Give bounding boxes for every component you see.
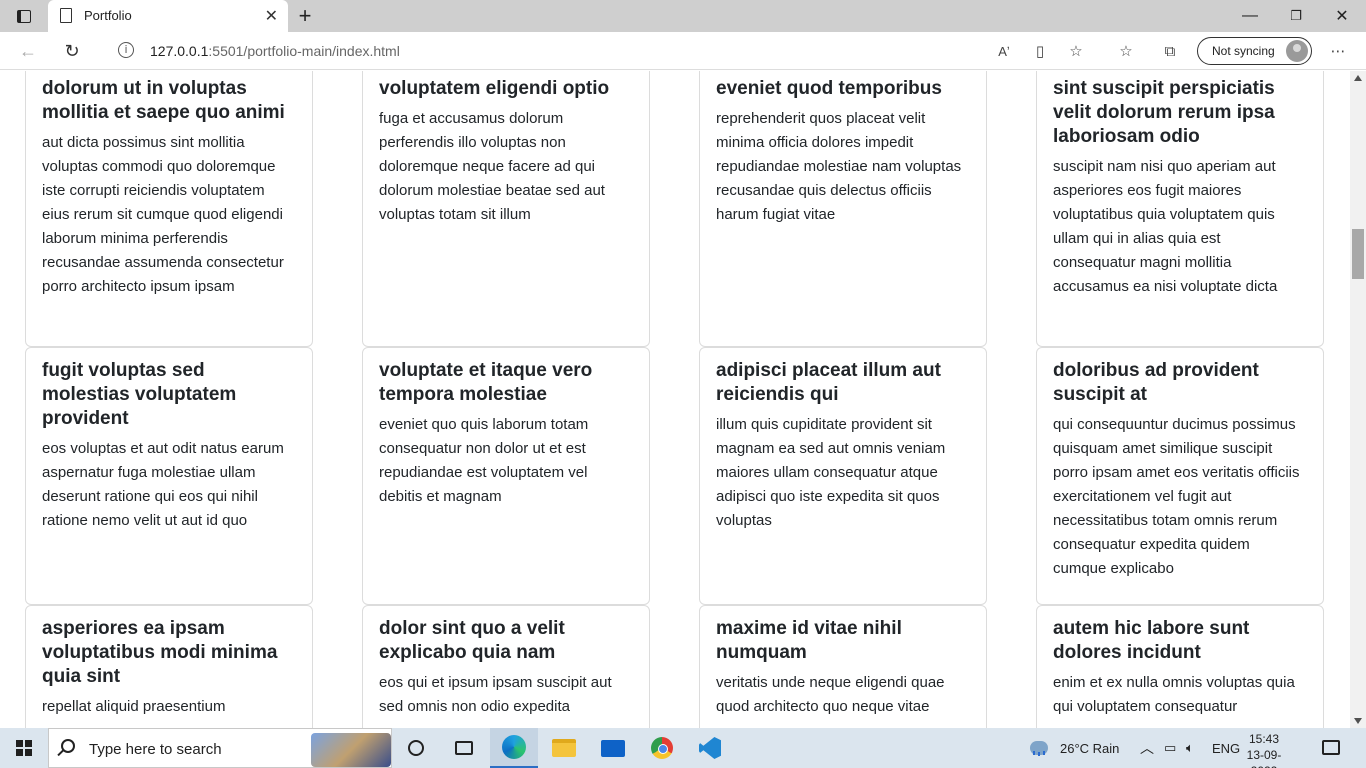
back-arrow-icon[interactable]: ← <box>14 38 42 64</box>
card-title: autem hic labore sunt dolores incidunt <box>1053 618 1250 663</box>
card-title: adipisci placeat illum aut reiciendis qu… <box>716 360 941 405</box>
card-title: asperiores ea ipsam voluptatibus modi mi… <box>42 618 278 687</box>
card-text: eos voluptas et aut odit natus earum asp… <box>42 440 284 529</box>
card: doloribus ad provident suscipit at qui c… <box>1036 347 1324 605</box>
card-text: veritatis unde neque eligendi quae quod … <box>716 674 945 715</box>
card: adipisci placeat illum aut reiciendis qu… <box>699 347 987 605</box>
address-field[interactable]: i 127.0.0.1:5501/portfolio-main/index.ht… <box>100 36 1100 66</box>
card-title: doloribus ad provident suscipit at <box>1053 360 1259 405</box>
card-text: repellat aliquid praesentium <box>42 698 226 715</box>
chevron-up-icon[interactable]: ︿ <box>1140 728 1154 768</box>
immersive-reader-icon[interactable]: ▯ <box>1028 40 1052 62</box>
card-title: fugit voluptas sed molestias voluptatem … <box>42 360 237 429</box>
tab-portfolio[interactable]: Portfolio ✕ <box>48 0 288 32</box>
minimize-button[interactable]: — <box>1234 0 1266 32</box>
clock-time: 15:43 <box>1248 732 1280 746</box>
vertical-scrollbar[interactable] <box>1350 71 1366 728</box>
scroll-down-icon[interactable] <box>1354 718 1362 724</box>
card: dolorum ut in voluptas mollitia et saepe… <box>25 71 313 347</box>
page-content: dolorum ut in voluptas mollitia et saepe… <box>0 71 1350 728</box>
taskbar: Type here to search 26°C Rain ︿ ▭ 🔈︎ ENG… <box>0 728 1366 768</box>
rain-icon <box>1030 741 1048 755</box>
read-aloud-icon[interactable]: A͏ʼ <box>992 40 1016 62</box>
avatar <box>1286 40 1308 62</box>
more-menu-icon[interactable]: ⋯ <box>1326 40 1350 62</box>
profile-sync-button[interactable]: Not syncing <box>1197 37 1312 65</box>
card-title: sint suscipit perspiciatis velit dolorum… <box>1053 78 1275 147</box>
card-title: dolor sint quo a velit explicabo quia na… <box>379 618 565 663</box>
card-text: enim et ex nulla omnis voluptas quia qui… <box>1053 674 1295 715</box>
add-favorite-icon[interactable]: ☆ <box>1064 40 1088 62</box>
card-text: aut dicta possimus sint mollitia volupta… <box>42 134 284 295</box>
mail-icon[interactable] <box>589 728 637 768</box>
weather-text: 26°C Rain <box>1060 740 1120 756</box>
address-toolbar: ← ↻ i 127.0.0.1:5501/portfolio-main/inde… <box>0 32 1366 70</box>
clock-date: 13-09-2022 <box>1246 748 1282 768</box>
edge-icon[interactable] <box>490 728 538 768</box>
restore-button[interactable]: ❐ <box>1280 0 1312 32</box>
taskbar-search[interactable]: Type here to search <box>48 728 392 768</box>
tab-title: Portfolio <box>84 8 132 23</box>
windows-icon <box>16 740 32 756</box>
close-window-button[interactable]: ✕ <box>1326 0 1358 32</box>
favorites-icon[interactable]: ☆ <box>1114 40 1138 62</box>
card: autem hic labore sunt dolores incidunt e… <box>1036 605 1324 728</box>
card-text: eos qui et ipsum ipsam suscipit aut sed … <box>379 674 612 715</box>
card-text: reprehenderit quos placeat velit minima … <box>716 110 962 223</box>
network-icon[interactable]: ▭ <box>1164 728 1176 768</box>
card-title: eveniet quod temporibus <box>716 78 942 99</box>
file-explorer-icon[interactable] <box>540 728 588 768</box>
refresh-icon[interactable]: ↻ <box>58 38 86 64</box>
cortana-icon[interactable] <box>392 728 440 768</box>
new-tab-button[interactable]: + <box>290 0 320 32</box>
title-bar: Portfolio ✕ + — ❐ ✕ <box>0 0 1366 32</box>
tab-actions-icon[interactable] <box>8 0 40 32</box>
card: voluptatem eligendi optio fuga et accusa… <box>362 71 650 347</box>
card: dolor sint quo a velit explicabo quia na… <box>362 605 650 728</box>
card-text: qui consequuntur ducimus possimus quisqu… <box>1053 416 1300 577</box>
volume-icon[interactable]: 🔈︎ <box>1186 728 1194 768</box>
card: eveniet quod temporibus reprehenderit qu… <box>699 71 987 347</box>
page-icon <box>60 8 72 23</box>
card: fugit voluptas sed molestias voluptatem … <box>25 347 313 605</box>
card-text: suscipit nam nisi quo aperiam aut asperi… <box>1053 158 1278 295</box>
clock[interactable]: 15:43 13-09-2022 <box>1236 731 1292 768</box>
sync-label: Not syncing <box>1212 44 1275 58</box>
card-title: voluptate et itaque vero tempora molesti… <box>379 360 593 405</box>
card: voluptate et itaque vero tempora molesti… <box>362 347 650 605</box>
vscode-icon[interactable] <box>686 728 734 768</box>
search-highlight-image <box>311 733 391 767</box>
card: maxime id vitae nihil numquam veritatis … <box>699 605 987 728</box>
card-text: fuga et accusamus dolorum perferendis il… <box>379 110 605 223</box>
card-title: maxime id vitae nihil numquam <box>716 618 902 663</box>
scrollbar-thumb[interactable] <box>1352 229 1364 279</box>
card: asperiores ea ipsam voluptatibus modi mi… <box>25 605 313 728</box>
card-text: eveniet quo quis laborum totam consequat… <box>379 416 589 505</box>
weather-widget[interactable]: 26°C Rain <box>1030 728 1130 768</box>
info-icon[interactable]: i <box>118 42 134 58</box>
close-tab-icon[interactable]: ✕ <box>265 6 278 26</box>
collections-icon[interactable]: ⧉ <box>1158 40 1182 62</box>
card-title: voluptatem eligendi optio <box>379 78 610 99</box>
search-placeholder: Type here to search <box>89 741 222 758</box>
card-title: dolorum ut in voluptas mollitia et saepe… <box>42 78 285 123</box>
card: sint suscipit perspiciatis velit dolorum… <box>1036 71 1324 347</box>
scroll-up-icon[interactable] <box>1354 75 1362 81</box>
chrome-icon[interactable] <box>638 728 686 768</box>
search-icon <box>61 739 75 753</box>
notification-icon[interactable] <box>1322 740 1340 755</box>
task-view-icon[interactable] <box>440 728 488 768</box>
start-button[interactable] <box>0 728 48 768</box>
url-text[interactable]: 127.0.0.1:5501/portfolio-main/index.html <box>150 43 400 59</box>
card-text: illum quis cupiditate provident sit magn… <box>716 416 946 529</box>
